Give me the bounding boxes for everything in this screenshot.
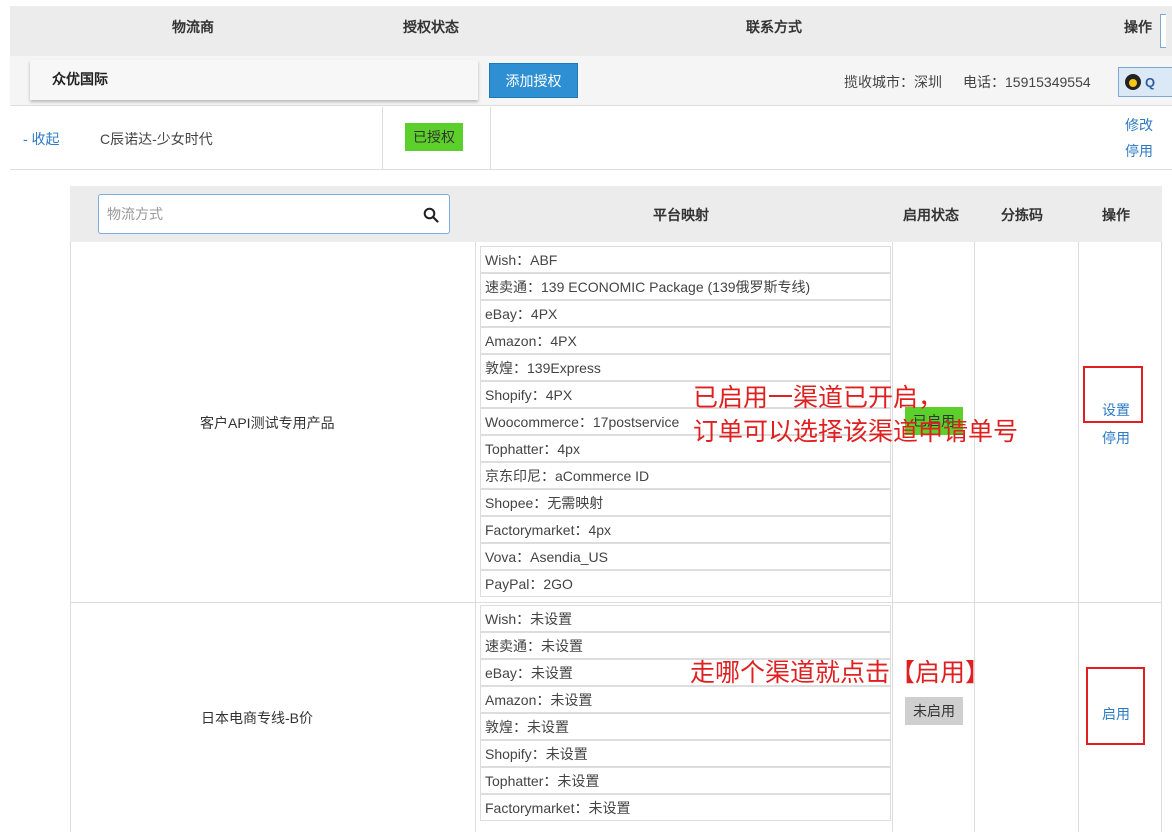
add-authorization-button[interactable]: 添加授权 [489,63,578,98]
divider [892,242,893,832]
row-divider [70,602,1162,603]
mapping-item: Factorymarket：未设置 [480,794,891,821]
pickup-city: 揽收城市：深圳 [844,74,942,90]
header-provider: 物流商 [172,19,214,35]
mapping-item: Amazon：4PX [480,327,891,354]
annotation-enable-hint: 走哪个渠道就点击【启用】 [690,659,991,687]
channel-name: 客户API测试专用产品 [200,415,335,431]
channel-name: 日本电商专线-B价 [201,710,313,726]
mapping-item: 敦煌：139Express [480,354,891,381]
channel-disable-link[interactable]: 停用 [1102,428,1130,448]
qq-label: Q [1145,74,1156,90]
phone-number: 电话：15915349554 [963,74,1091,90]
channel-search-input[interactable] [107,204,407,224]
store-name: C辰诺达-少女时代 [100,131,213,147]
header-action: 操作 [1124,19,1152,35]
divider [1078,242,1079,832]
header-contact: 联系方式 [746,19,802,35]
channel-search-box[interactable] [98,194,450,234]
mapping-item: 京东印尼：aCommerce ID [480,462,891,489]
header-enable-status: 启用状态 [903,207,959,223]
header-channel-action: 操作 [1102,207,1130,223]
divider [475,242,476,832]
qq-contact-button[interactable]: Q [1118,67,1172,97]
search-icon[interactable] [423,207,439,223]
mapping-item: Vova：Asendia_US [480,543,891,570]
header-sort-code: 分拣码 [1001,207,1043,223]
mapping-item: Tophatter：未设置 [480,767,891,794]
mapping-item: PayPal：2GO [480,570,891,597]
mapping-item: Factorymarket：4px [480,516,891,543]
divider [490,107,491,170]
divider [1161,242,1162,832]
header-platform-mapping: 平台映射 [653,207,709,223]
mapping-item: 速卖通：139 ECONOMIC Package (139俄罗斯专线) [480,273,891,300]
disabled-status-badge: 未启用 [905,697,963,725]
header-auth-status: 授权状态 [403,19,459,35]
mapping-item: 敦煌：未设置 [480,713,891,740]
modify-link[interactable]: 修改 [1125,115,1153,135]
mapping-item: Shopify：未设置 [480,740,891,767]
mapping-item: 速卖通：未设置 [480,632,891,659]
disable-store-link[interactable]: 停用 [1125,141,1153,161]
divider [974,242,975,832]
divider [382,107,383,170]
header-edge-control [1160,14,1166,48]
annotation-enabled-line2: 订单可以选择该渠道申请单号 [693,418,1019,446]
highlight-box-settings [1083,366,1143,423]
provider-name: 众优国际 [52,71,108,87]
mapping-item: Wish：ABF [480,246,891,273]
mapping-item: Amazon：未设置 [480,686,891,713]
mapping-item: eBay：4PX [480,300,891,327]
divider [70,242,71,832]
authorized-badge: 已授权 [405,123,463,151]
highlight-box-enable [1086,667,1145,745]
mapping-item: Wish：未设置 [480,605,891,632]
mapping-item: Shopee：无需映射 [480,489,891,516]
qq-icon [1125,74,1141,90]
annotation-enabled-line1: 已启用一渠道已开启， [693,384,944,412]
collapse-link[interactable]: - 收起 [23,129,60,149]
